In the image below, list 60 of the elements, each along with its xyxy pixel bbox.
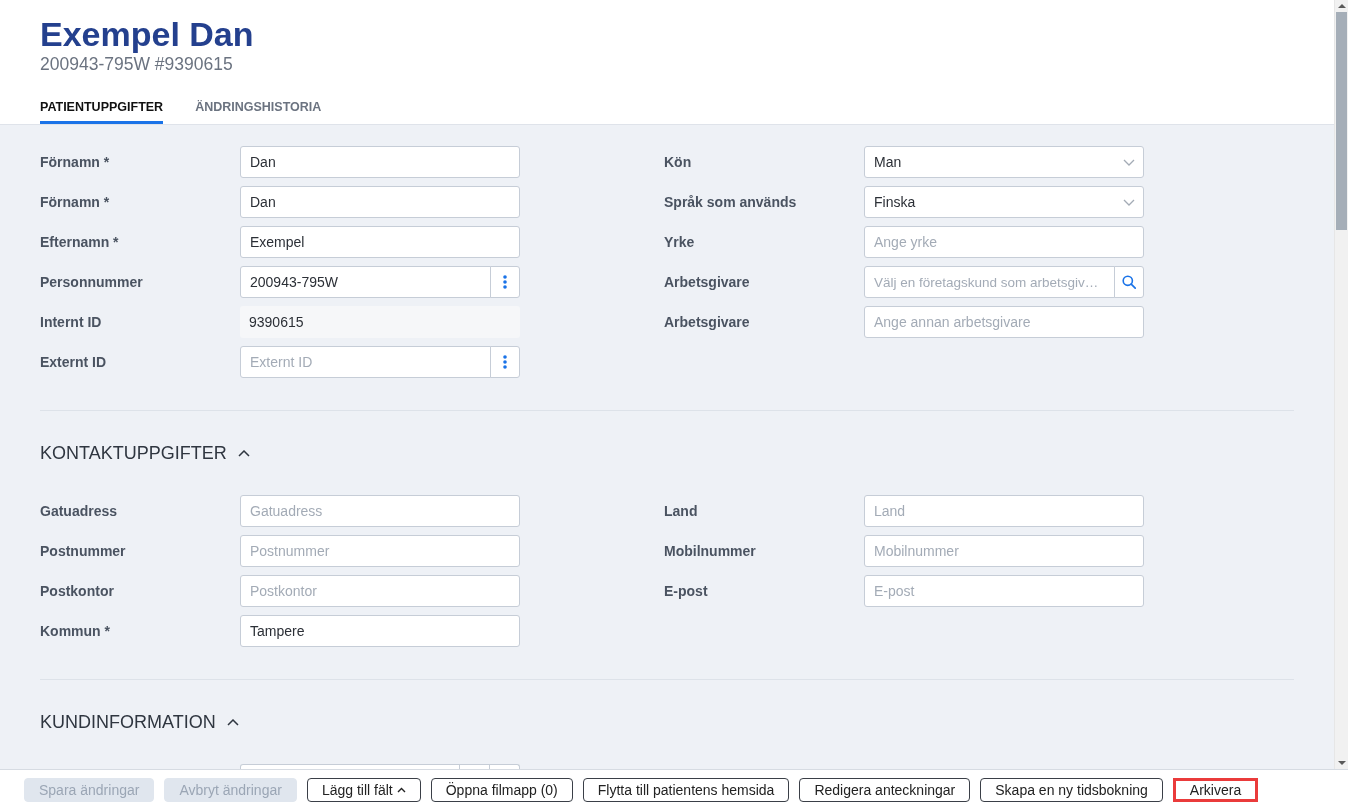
input-field[interactable]: Välj en företagskund som arbetsgiv… <box>864 266 1115 298</box>
chevron-down-icon <box>1123 158 1135 166</box>
field-label: Mobilnummer <box>664 543 757 559</box>
input-field[interactable]: Dan <box>240 146 520 178</box>
input-field[interactable]: Mobilnummer <box>864 535 1144 567</box>
field-label: Språk som används <box>664 194 798 210</box>
patient-id-text: 200943-795W #9390615 <box>40 54 233 74</box>
field-label: Personnummer <box>40 274 144 290</box>
chevron-down-icon <box>1123 198 1135 206</box>
input-field[interactable]: Land <box>864 495 1144 527</box>
input-field[interactable]: E-post <box>864 575 1144 607</box>
scrollbar[interactable] <box>1334 0 1348 769</box>
field-label: Förnamn * <box>40 194 111 210</box>
input-field[interactable]: Gatuadress <box>240 495 520 527</box>
field-label: Externt ID <box>40 354 108 370</box>
field-label: Kön <box>664 154 693 170</box>
dropdown[interactable]: Man <box>864 146 1144 178</box>
section-title: KONTAKTUPPGIFTER <box>40 442 227 465</box>
action-button[interactable]: Öppna filmapp (0) <box>430 777 573 802</box>
field-label: Postkontor <box>40 583 115 599</box>
input-field[interactable]: Ange yrke <box>864 226 1144 258</box>
dropdown[interactable]: Finska <box>864 186 1144 218</box>
page-title: Exempel Dan <box>40 14 254 54</box>
action-button[interactable]: Redigera anteckningar <box>799 777 971 802</box>
more-options-button[interactable] <box>490 346 520 378</box>
input-field[interactable]: Ange annan arbetsgivare <box>864 306 1144 338</box>
input-field[interactable]: 200943-795W <box>240 266 491 298</box>
field-label: Efternamn * <box>40 234 120 250</box>
more-vertical-icon <box>503 275 507 289</box>
field-label: Arbetsgivare <box>664 314 751 330</box>
caret-up-icon <box>396 786 406 793</box>
tab[interactable]: ÄNDRINGSHISTORIA <box>195 98 322 124</box>
field-label: Arbetsgivare <box>664 274 751 290</box>
field-label: Internt ID <box>40 314 103 330</box>
field-label: E-post <box>664 583 709 599</box>
field-label: Gatuadress <box>40 503 119 519</box>
section-title: KUNDINFORMATION <box>40 711 216 734</box>
chevron-up-icon[interactable] <box>226 718 239 726</box>
lookup-field[interactable] <box>240 764 520 769</box>
field-label: Förnamn * <box>40 154 111 170</box>
chevron-up-icon[interactable] <box>237 449 250 457</box>
action-button[interactable]: Flytta till patientens hemsida <box>582 777 790 802</box>
input-field[interactable]: Exempel <box>240 226 520 258</box>
more-vertical-icon <box>503 355 507 369</box>
input-field[interactable]: Tampere <box>240 615 520 647</box>
action-button[interactable]: Lägg till fält <box>306 777 421 802</box>
input-field[interactable]: Dan <box>240 186 520 218</box>
search-button[interactable] <box>1114 266 1144 298</box>
field-label: Yrke <box>664 234 696 250</box>
search-icon <box>1122 275 1136 289</box>
field-label: Postnummer <box>40 543 127 559</box>
field-label: Kommun * <box>40 623 111 639</box>
input-field[interactable]: Externt ID <box>240 346 491 378</box>
action-button[interactable]: Arkivera <box>1172 777 1259 802</box>
input-field[interactable]: Postnummer <box>240 535 520 567</box>
input-field[interactable]: Postkontor <box>240 575 520 607</box>
field-label: Land <box>664 503 699 519</box>
readonly-field: 9390615 <box>240 306 520 338</box>
action-button[interactable]: Skapa en ny tidsbokning <box>980 777 1163 802</box>
more-options-button[interactable] <box>490 266 520 298</box>
